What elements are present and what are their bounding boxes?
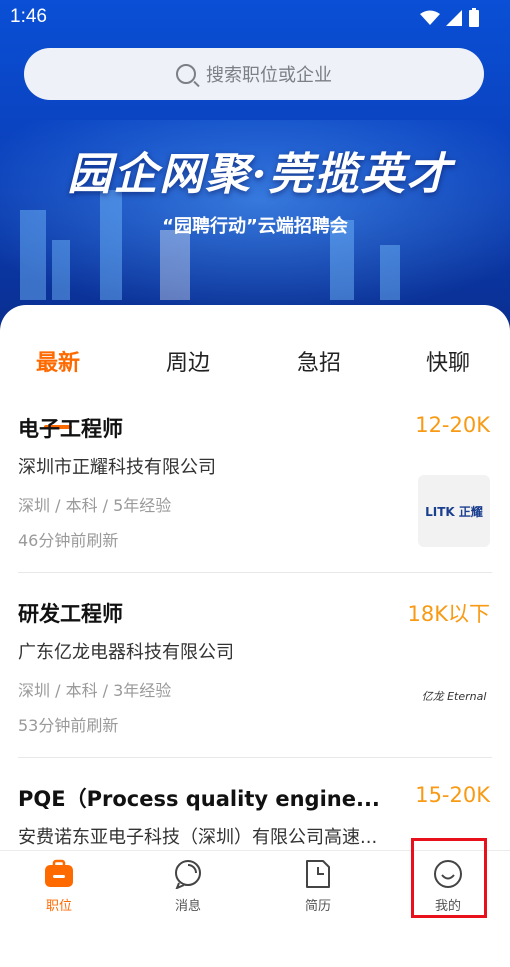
- banner-building: [100, 190, 122, 300]
- search-placeholder: 搜索职位或企业: [206, 65, 332, 86]
- job-refresh-time: 53分钟前刷新: [18, 716, 119, 735]
- chat-icon: [173, 859, 203, 890]
- banner-building: [160, 230, 190, 300]
- company-logo-text: 亿龙 Eternal: [421, 690, 487, 703]
- nav-label: 职位: [45, 899, 72, 914]
- job-list-card: 最新 周边 急招 快聊 电子工程师 12-20K 深圳市正耀科技有限公司 深圳 …: [0, 305, 510, 865]
- tab-latest[interactable]: 最新: [36, 345, 80, 377]
- nav-label: 简历: [304, 899, 331, 914]
- job-company: 安费诺东亚电子科技（深圳）有限公司高速...: [18, 827, 378, 848]
- divider: [18, 572, 492, 573]
- briefcase-icon: [44, 859, 74, 889]
- banner-building: [380, 245, 400, 300]
- job-company: 深圳市正耀科技有限公司: [18, 457, 216, 478]
- highlight-box: [411, 838, 487, 918]
- job-salary: 15-20K: [415, 783, 490, 807]
- job-list-item[interactable]: 电子工程师 12-20K 深圳市正耀科技有限公司 深圳 / 本科 / 5年经验 …: [0, 413, 510, 597]
- tab-urgent[interactable]: 急招: [297, 345, 341, 377]
- nav-label: 消息: [174, 899, 201, 914]
- banner-building: [52, 240, 70, 300]
- tab-bar: 最新 周边 急招 快聊: [0, 345, 510, 429]
- status-icons: [420, 8, 480, 28]
- job-company: 广东亿龙电器科技有限公司: [18, 642, 234, 663]
- job-refresh-time: 46分钟前刷新: [18, 531, 119, 550]
- divider: [18, 757, 492, 758]
- signal-icon: [446, 10, 462, 26]
- banner-subline: “园聘行动”云端招聘会: [162, 216, 348, 237]
- job-title: PQE（Process quality engine...: [18, 787, 380, 811]
- job-salary: 12-20K: [415, 413, 490, 437]
- status-bar: 1:46: [0, 0, 510, 34]
- tab-nearby[interactable]: 周边: [166, 345, 210, 377]
- battery-icon: [469, 8, 479, 27]
- job-salary: 18K以下: [407, 602, 491, 626]
- search-icon: [176, 64, 196, 84]
- status-time: 1:46: [10, 6, 47, 27]
- nav-item-resume[interactable]: 简历: [273, 859, 363, 914]
- wifi-icon: [420, 10, 440, 25]
- tab-quick-chat[interactable]: 快聊: [426, 345, 470, 377]
- job-meta: 深圳 / 本科 / 3年经验: [18, 681, 172, 700]
- company-logo: LITK 正耀: [418, 475, 490, 547]
- nav-item-jobs[interactable]: 职位: [14, 859, 104, 914]
- job-title: 电子工程师: [18, 417, 123, 441]
- company-logo-text: LITK 正耀: [425, 504, 483, 519]
- nav-item-messages[interactable]: 消息: [143, 859, 233, 914]
- job-meta: 深圳 / 本科 / 5年经验: [18, 496, 172, 515]
- resume-icon: [303, 859, 333, 889]
- job-title: 研发工程师: [18, 602, 123, 626]
- job-list-item[interactable]: 研发工程师 18K以下 广东亿龙电器科技有限公司 深圳 / 本科 / 3年经验 …: [0, 598, 510, 782]
- banner-headline: 园企网聚·莞揽英才: [67, 149, 453, 200]
- company-logo: 亿龙 Eternal: [418, 660, 490, 732]
- search-input[interactable]: 搜索职位或企业: [24, 48, 484, 100]
